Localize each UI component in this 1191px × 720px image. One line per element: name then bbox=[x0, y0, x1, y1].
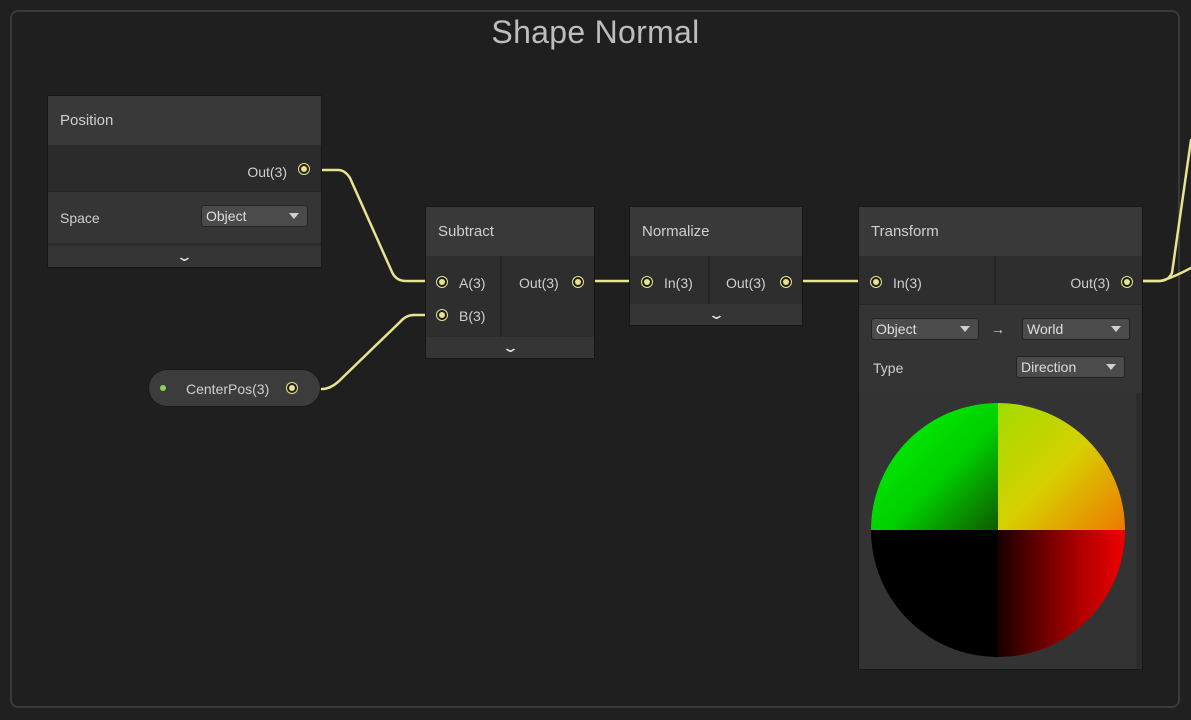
output-label: Out(3) bbox=[726, 275, 766, 291]
output-row: Out(3) bbox=[48, 145, 321, 191]
ports-area: In(3) Out(3) bbox=[859, 256, 1142, 304]
space-row: Space Object bbox=[48, 191, 321, 243]
port-dot-icon[interactable] bbox=[781, 277, 791, 287]
triangle-down-icon bbox=[960, 326, 970, 332]
output-label: Out(3) bbox=[519, 275, 559, 291]
input-label: In(3) bbox=[893, 275, 922, 291]
chevron-down-icon: ⌄ bbox=[501, 340, 519, 355]
node-title[interactable]: Normalize bbox=[630, 207, 802, 256]
port-dot-icon[interactable] bbox=[871, 277, 881, 287]
node-transform[interactable]: Transform In(3) Out(3) Object → World Ty… bbox=[859, 207, 1142, 669]
node-title[interactable]: Transform bbox=[859, 207, 1142, 256]
port-dot-icon[interactable] bbox=[299, 164, 309, 174]
output-label: Out(3) bbox=[247, 164, 287, 180]
preview-sphere bbox=[871, 403, 1125, 657]
type-label: Type bbox=[873, 360, 904, 376]
port-dot-icon[interactable] bbox=[642, 277, 652, 287]
node-title[interactable]: Subtract bbox=[426, 207, 594, 256]
to-space-value: World bbox=[1027, 321, 1064, 337]
node-title[interactable]: Position bbox=[48, 96, 321, 145]
port-dot-icon[interactable] bbox=[573, 277, 583, 287]
port-dot-icon[interactable] bbox=[437, 277, 447, 287]
settings-area: Object → World Type Direction bbox=[859, 304, 1142, 393]
property-node-centerpos[interactable]: CenterPos(3) bbox=[149, 370, 320, 406]
space-label: Space bbox=[60, 210, 100, 226]
node-subtract[interactable]: Subtract A(3) B(3) Out(3) ⌄ bbox=[426, 207, 594, 358]
triangle-down-icon bbox=[1111, 326, 1121, 332]
property-label: CenterPos(3) bbox=[186, 381, 270, 397]
input-label: In(3) bbox=[664, 275, 693, 291]
expand-button[interactable]: ⌄ bbox=[426, 337, 594, 358]
triangle-down-icon bbox=[289, 213, 299, 219]
arrow-right-icon: → bbox=[991, 321, 1005, 337]
node-position[interactable]: Position Out(3) Space Object ⌄ bbox=[48, 96, 321, 267]
preview-area bbox=[859, 392, 1136, 669]
triangle-down-icon bbox=[1106, 364, 1116, 370]
node-normalize[interactable]: Normalize In(3) Out(3) ⌄ bbox=[630, 207, 802, 325]
group-title[interactable]: Shape Normal bbox=[0, 14, 1191, 51]
from-space-dropdown[interactable]: Object bbox=[871, 318, 979, 340]
expand-button[interactable]: ⌄ bbox=[48, 246, 321, 267]
port-dot-icon[interactable] bbox=[437, 310, 447, 320]
port-divider bbox=[994, 256, 996, 304]
port-divider bbox=[500, 256, 502, 337]
output-label: Out(3) bbox=[1070, 275, 1110, 291]
input-a-label: A(3) bbox=[459, 275, 486, 291]
port-divider bbox=[708, 256, 710, 304]
space-value: Object bbox=[206, 208, 247, 224]
expand-button[interactable]: ⌄ bbox=[630, 304, 802, 325]
to-space-dropdown[interactable]: World bbox=[1022, 318, 1130, 340]
space-dropdown[interactable]: Object bbox=[201, 205, 308, 227]
from-space-value: Object bbox=[876, 321, 917, 337]
chevron-down-icon: ⌄ bbox=[175, 249, 194, 264]
type-value: Direction bbox=[1021, 359, 1077, 375]
input-b-label: B(3) bbox=[459, 308, 486, 324]
port-dot-icon[interactable] bbox=[1122, 277, 1132, 287]
ports-area: In(3) Out(3) bbox=[630, 256, 802, 304]
chevron-down-icon: ⌄ bbox=[707, 307, 725, 322]
property-dot-icon bbox=[160, 385, 166, 391]
ports-area: A(3) B(3) Out(3) bbox=[426, 256, 594, 337]
port-dot-icon[interactable] bbox=[287, 383, 297, 393]
type-dropdown[interactable]: Direction bbox=[1016, 356, 1125, 378]
